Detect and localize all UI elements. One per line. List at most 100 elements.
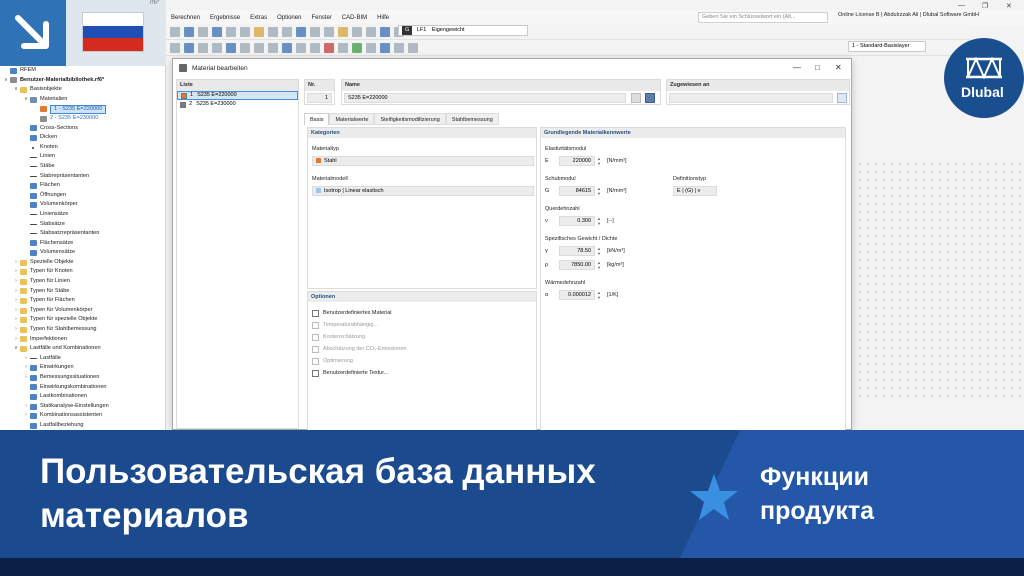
stepper-icon[interactable]: ▲ ▼ <box>596 186 602 196</box>
list-item[interactable]: 2 S235 E=230000 <box>177 100 298 109</box>
tree-item[interactable]: › Typen für Flächen <box>0 296 165 306</box>
tool-icon[interactable] <box>282 42 292 53</box>
menu-item-fenster[interactable]: Fenster <box>306 15 336 21</box>
menu-item-ergebnisse[interactable]: Ergebnisse <box>205 15 245 21</box>
tree-item[interactable]: Einwirkungskombinationen <box>0 383 165 393</box>
checkbox-co2[interactable] <box>312 346 319 353</box>
close-window-icon[interactable]: ✕ <box>1006 2 1012 10</box>
edit-icon[interactable] <box>631 93 641 103</box>
alpha-value-field[interactable]: 0.000012 <box>559 290 595 300</box>
tree-item[interactable]: Stabsatzrepräsentanten <box>0 229 165 239</box>
tool-icon[interactable] <box>254 42 264 53</box>
tree-item[interactable]: › Typen für Stäbe <box>0 287 165 297</box>
stepper-icon[interactable]: ▲ ▼ <box>596 246 602 256</box>
tree-item[interactable]: Flächensätze <box>0 239 165 249</box>
chevron-right-icon[interactable]: › <box>22 373 30 383</box>
tree-item[interactable]: Linien <box>0 152 165 162</box>
tree-item[interactable]: ∨ Basisobjekte <box>0 85 165 95</box>
chevron-down-icon[interactable]: ∨ <box>2 76 10 86</box>
tree-item[interactable]: ∨ Lastfälle und Kombinationen <box>0 344 165 354</box>
chevron-down-icon[interactable]: ∨ <box>12 344 20 354</box>
tree-item[interactable]: Volumenkörper <box>0 200 165 210</box>
material-type-field[interactable]: Stahl <box>312 156 534 166</box>
tree-item[interactable]: Flächen <box>0 181 165 191</box>
tree-item[interactable]: › Spezielle Objekte <box>0 258 165 268</box>
dialog-close-icon[interactable]: ✕ <box>835 63 842 72</box>
tool-icon[interactable] <box>268 42 278 53</box>
dialog-minimize-icon[interactable]: — <box>793 63 801 72</box>
tool-icon[interactable] <box>198 42 208 53</box>
menu-item-cad-bim[interactable]: CAD-BIM <box>337 15 372 21</box>
nu-value-field[interactable]: 0.300 <box>559 216 595 226</box>
keyword-search-input[interactable]: Geben Sie ein Schlüsselwort ein (Alt... <box>698 12 828 23</box>
gamma-value-field[interactable]: 78.50 <box>559 246 595 256</box>
tool-icon[interactable] <box>352 42 362 53</box>
tree-item[interactable]: 2 - S235 E=230000 <box>0 114 165 124</box>
tree-item[interactable]: › Lastfälle <box>0 354 165 364</box>
tool-icon[interactable] <box>296 26 306 37</box>
tool-icon[interactable] <box>184 42 194 53</box>
e-value-field[interactable]: 220000 <box>559 156 595 166</box>
tool-icon[interactable] <box>226 26 236 37</box>
tree-item[interactable]: Lastfallbeziehung <box>0 421 165 430</box>
stepper-icon[interactable]: ▲ ▼ <box>596 260 602 270</box>
tool-icon[interactable] <box>366 42 376 53</box>
stepper-icon[interactable]: ▲ ▼ <box>596 290 602 300</box>
tree-item[interactable]: Knoten <box>0 143 165 153</box>
tree-item[interactable]: Liniensätze <box>0 210 165 220</box>
tool-icon[interactable] <box>198 26 208 37</box>
chevron-right-icon[interactable]: › <box>12 306 20 316</box>
chevron-right-icon[interactable]: › <box>12 296 20 306</box>
pick-icon[interactable] <box>837 93 847 103</box>
tree-item[interactable]: › Typen für Linien <box>0 277 165 287</box>
basislayer-select[interactable]: 1 - Standard-Basislayer <box>848 41 926 52</box>
tree-item[interactable]: › Typen für spezielle Objekte <box>0 315 165 325</box>
view-icon[interactable] <box>184 26 194 37</box>
tree-item[interactable]: Dicken <box>0 133 165 143</box>
chevron-right-icon[interactable]: › <box>22 354 30 364</box>
loadcase-select[interactable]: G LF1 Eigengewicht <box>398 25 528 36</box>
tool-icon[interactable] <box>296 42 306 53</box>
name-field[interactable]: S235 E=220000 <box>344 93 626 103</box>
chevron-right-icon[interactable]: › <box>22 363 30 373</box>
chevron-right-icon[interactable]: › <box>12 325 20 335</box>
tree-item[interactable]: RFEM <box>0 66 165 76</box>
tree-item[interactable]: › Statikanalyse-Einstellungen <box>0 402 165 412</box>
tree-item[interactable]: › Typen für Volumenkörper <box>0 306 165 316</box>
tool-icon[interactable] <box>338 26 348 37</box>
chevron-right-icon[interactable]: › <box>22 402 30 412</box>
tool-icon[interactable] <box>380 42 390 53</box>
library-icon[interactable] <box>645 93 655 103</box>
tree-item[interactable]: › Bemessungssituationen <box>0 373 165 383</box>
tab-materialwerte[interactable]: Materialwerte <box>329 113 375 125</box>
tool-icon[interactable] <box>170 26 180 37</box>
tree-item[interactable]: Lastkombinationen <box>0 392 165 402</box>
tool-icon[interactable] <box>380 26 390 37</box>
tool-icon[interactable] <box>394 42 404 53</box>
tab-stahlbemessung[interactable]: Stahlbemessung <box>445 113 499 125</box>
stepper-icon[interactable]: ▲ ▼ <box>596 216 602 226</box>
number-field[interactable]: 1 <box>307 93 332 103</box>
chevron-right-icon[interactable]: › <box>12 315 20 325</box>
tree-item[interactable]: › Kombinationsassistenten <box>0 411 165 421</box>
tab-steifigkeitsmodifizierung[interactable]: Steifigkeitsmodifizierung <box>374 113 446 125</box>
checkbox-optimization[interactable] <box>312 358 319 365</box>
window-icon[interactable] <box>212 26 222 37</box>
tool-icon[interactable] <box>240 42 250 53</box>
tree-item[interactable]: 1 - S235 E=220000 <box>0 104 165 114</box>
folder-icon[interactable] <box>254 26 264 37</box>
chevron-right-icon[interactable]: › <box>12 267 20 277</box>
menu-item-berechnen[interactable]: Berechnen <box>166 15 205 21</box>
chevron-right-icon[interactable]: › <box>22 411 30 421</box>
tool-icon[interactable] <box>366 26 376 37</box>
tree-item[interactable]: Cross-Sections <box>0 124 165 134</box>
tool-icon[interactable] <box>240 26 250 37</box>
tool-icon[interactable] <box>324 42 334 53</box>
tree-item[interactable]: Stabsätze <box>0 220 165 230</box>
tab-basis[interactable]: Basis <box>304 113 330 125</box>
tool-icon[interactable] <box>268 26 278 37</box>
tree-item[interactable]: › Einwirkungen <box>0 363 165 373</box>
chevron-right-icon[interactable]: › <box>12 258 20 268</box>
g-value-field[interactable]: 84615 <box>559 186 595 196</box>
tree-item[interactable]: ∨ Benutzer-Materialbibliothek.rf6* <box>0 76 165 86</box>
